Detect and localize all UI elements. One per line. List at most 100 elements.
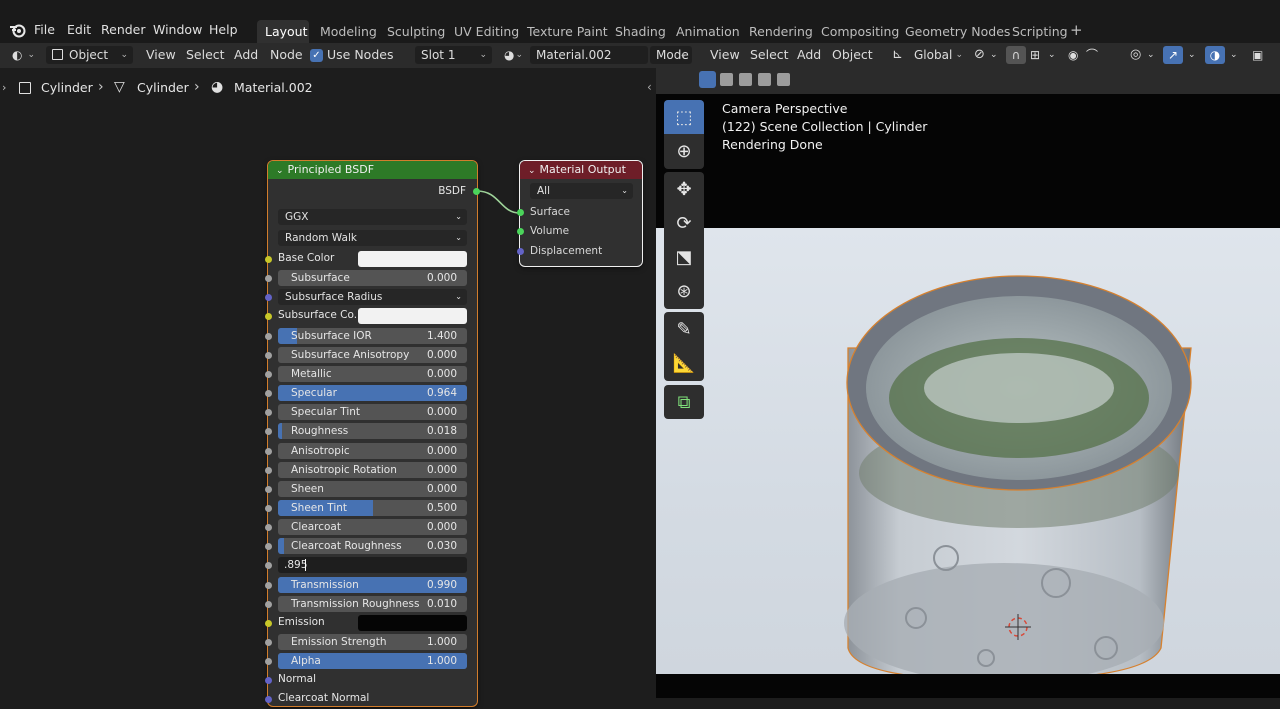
snap-target-icon[interactable]: ⊞	[1030, 43, 1040, 67]
menu-window[interactable]: Window	[153, 22, 202, 37]
select-box-tool-icon[interactable]: ⬚	[664, 100, 704, 134]
measure-tool-icon[interactable]: 📐	[664, 346, 704, 380]
input-socket[interactable]	[265, 658, 272, 666]
color-swatch[interactable]	[358, 308, 467, 325]
snap-toggle-icon[interactable]: ∩	[1006, 46, 1026, 64]
menu-select[interactable]: Select	[186, 43, 225, 67]
proportional-edit-icon[interactable]: ◉	[1068, 43, 1078, 67]
select-intersect-mode-icon[interactable]	[777, 73, 790, 86]
slider-field[interactable]: Sheen Tint 0.500	[278, 499, 467, 516]
input-socket[interactable]	[265, 428, 272, 436]
input-socket[interactable]	[265, 619, 272, 627]
select-new-mode-icon[interactable]	[699, 71, 716, 88]
overlay-toggle-icon[interactable]: ◑	[1205, 46, 1225, 64]
viewport-menu-view[interactable]: View	[710, 43, 740, 67]
input-socket[interactable]	[265, 524, 272, 532]
principled-bsdf-node[interactable]: ⌄ Principled BSDF BSDF GGX ⌄ Random Walk ⌄ …	[265, 161, 480, 706]
select-subtract-mode-icon[interactable]	[739, 73, 752, 86]
cursor-tool-icon[interactable]: ⊕	[664, 134, 704, 168]
pivot-point-icon[interactable]: ⊘	[974, 43, 985, 67]
input-socket[interactable]	[265, 447, 272, 455]
slider-field[interactable]: Anisotropic Rotation 0.000	[278, 461, 467, 478]
input-socket[interactable]	[265, 390, 272, 398]
chevron-down-icon[interactable]: ⌄	[1188, 43, 1196, 67]
input-socket[interactable]	[265, 351, 272, 359]
transform-orientation-dropdown[interactable]: Global ⌄	[908, 46, 968, 64]
tab-shading[interactable]: Shading	[615, 24, 666, 39]
color-swatch[interactable]	[358, 251, 467, 267]
rotate-tool-icon[interactable]: ⟳	[664, 206, 704, 240]
slider-field[interactable]: Roughness 0.018	[278, 423, 467, 440]
chevron-down-icon[interactable]: ⌄	[1230, 43, 1238, 67]
input-socket[interactable]	[265, 639, 272, 646]
node-header[interactable]: ⌄ Principled BSDF	[268, 161, 477, 179]
move-tool-icon[interactable]: ✥	[664, 172, 704, 206]
falloff-curve-icon[interactable]: ⌒	[1086, 43, 1098, 67]
slider-field[interactable]: Transmission Roughness 0.010	[278, 595, 467, 612]
sidebar-toggle-icon[interactable]: ‹	[647, 80, 652, 94]
tab-sculpting[interactable]: Sculpting	[387, 24, 445, 39]
tab-layout[interactable]: Layout	[265, 24, 308, 39]
blender-logo-icon[interactable]	[9, 21, 27, 42]
scale-tool-icon[interactable]: ⬔	[664, 240, 704, 274]
input-socket[interactable]	[265, 466, 272, 474]
viewport-menu-object[interactable]: Object	[832, 43, 873, 67]
input-socket[interactable]	[265, 543, 272, 551]
editor-type-dropdown[interactable]: ◐ ⌄	[6, 46, 40, 64]
tab-rendering[interactable]: Rendering	[749, 24, 813, 39]
add-cube-tool-icon[interactable]: ⧉	[664, 385, 704, 419]
material-output-node[interactable]: ⌄ Material Output All ⌄ Surface Volume Dis…	[517, 161, 642, 266]
tab-animation[interactable]: Animation	[676, 24, 740, 39]
node-header[interactable]: ⌄ Material Output	[520, 161, 642, 179]
tab-geometry-nodes[interactable]: Geometry Nodes	[905, 24, 1010, 39]
menu-render[interactable]: Render	[101, 22, 146, 37]
material-name-field[interactable]: Material.002	[530, 46, 648, 64]
subsurface-radius-dropdown[interactable]: Subsurface Radius ⌄	[278, 289, 467, 306]
input-socket[interactable]	[265, 562, 272, 570]
input-socket[interactable]	[265, 370, 272, 378]
menu-help[interactable]: Help	[209, 22, 238, 37]
slider-field[interactable]: Alpha 1.000	[278, 653, 467, 670]
select-extend-mode-icon[interactable]	[720, 73, 733, 86]
distribution-dropdown[interactable]: GGX ⌄	[278, 209, 467, 225]
chevron-down-icon[interactable]: ⌄	[1048, 43, 1056, 67]
object-mode-dropdown[interactable]: Object ⌄	[46, 46, 133, 64]
slider-field[interactable]: Specular Tint 0.000	[278, 404, 467, 421]
color-swatch[interactable]	[358, 614, 467, 631]
tab-modeling[interactable]: Modeling	[320, 24, 377, 39]
slider-field[interactable]: Clearcoat Roughness 0.030	[278, 538, 467, 555]
input-socket[interactable]	[265, 294, 272, 302]
use-nodes-checkbox[interactable]: ✓	[310, 49, 323, 62]
surface-input-socket[interactable]	[517, 209, 524, 216]
slider-field[interactable]: Sheen 0.000	[278, 480, 467, 497]
interaction-mode-dropdown[interactable]: Mode ⌄	[650, 46, 692, 64]
add-workspace-icon[interactable]: +	[1070, 21, 1083, 39]
menu-file[interactable]: File	[34, 22, 55, 37]
menu-edit[interactable]: Edit	[67, 22, 91, 37]
displacement-input-socket[interactable]	[517, 248, 524, 255]
slider-field[interactable]: Subsurface 0.000	[278, 270, 467, 287]
slot-dropdown[interactable]: Slot 1 ⌄	[415, 46, 492, 64]
input-socket[interactable]	[265, 677, 272, 685]
select-invert-mode-icon[interactable]	[758, 73, 771, 86]
input-socket[interactable]	[265, 581, 272, 589]
slider-field[interactable]: Clearcoat 0.000	[278, 519, 467, 536]
slider-field[interactable]: Anisotropic 0.000	[278, 442, 467, 459]
input-socket[interactable]	[265, 256, 272, 263]
input-socket[interactable]	[265, 332, 272, 340]
chevron-down-icon[interactable]: ⌄	[990, 43, 998, 67]
slider-field[interactable]: Subsurface IOR 1.400	[278, 327, 467, 344]
gizmo-toggle-icon[interactable]: ↗	[1163, 46, 1183, 64]
menu-node[interactable]: Node	[270, 43, 303, 67]
xray-toggle-icon[interactable]: ▣	[1252, 43, 1263, 67]
tab-compositing[interactable]: Compositing	[821, 24, 899, 39]
slider-field[interactable]: Metallic 0.000	[278, 365, 467, 382]
subsurface-method-dropdown[interactable]: Random Walk ⌄	[278, 230, 467, 246]
menu-add[interactable]: Add	[234, 43, 258, 67]
input-socket[interactable]	[265, 313, 272, 321]
input-socket[interactable]	[265, 504, 272, 512]
tab-texture-paint[interactable]: Texture Paint	[527, 24, 608, 39]
menu-view[interactable]: View	[146, 43, 176, 67]
viewport-menu-add[interactable]: Add	[797, 43, 821, 67]
slider-field[interactable]: Emission Strength 1.000	[278, 634, 467, 650]
